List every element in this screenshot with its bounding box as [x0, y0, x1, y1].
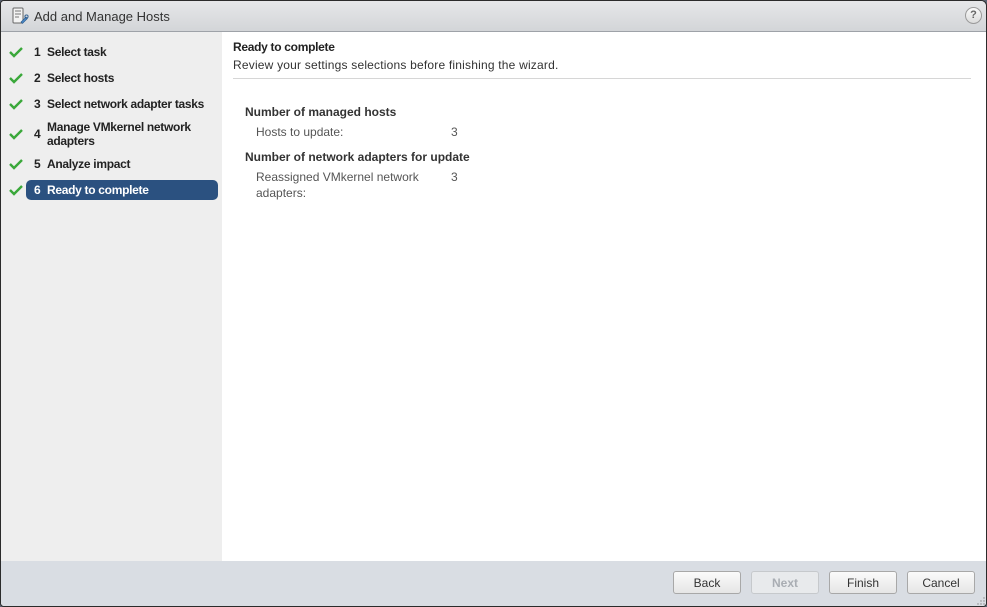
step-label: Analyze impact — [47, 157, 131, 171]
step-label: Manage VMkernel network adapters — [47, 120, 191, 148]
wizard-step-select-network-adapter-tasks[interactable]: 3 Select network adapter tasks — [1, 96, 222, 112]
step-number: 2 — [34, 71, 41, 85]
checkmark-icon — [9, 159, 23, 170]
step-label: Ready to complete — [47, 183, 149, 197]
wizard-step-ready-to-complete[interactable]: 6 Ready to complete — [1, 180, 222, 200]
next-button[interactable]: Next — [751, 571, 819, 594]
hosts-to-update-label: Hosts to update: — [256, 125, 344, 139]
step-number: 6 — [34, 183, 41, 197]
checkmark-icon — [9, 47, 23, 58]
wizard-step-analyze-impact[interactable]: 5 Analyze impact — [1, 156, 222, 172]
divider — [233, 78, 971, 79]
dialog-title: Add and Manage Hosts — [34, 8, 170, 24]
checkmark-icon — [9, 99, 23, 110]
checkmark-icon — [9, 73, 23, 84]
wizard-content: Ready to complete Review your settings s… — [222, 32, 986, 561]
wizard-step-select-task[interactable]: 1 Select task — [1, 44, 222, 60]
host-wizard-icon — [12, 7, 29, 24]
section-managed-hosts-title: Number of managed hosts — [245, 105, 397, 119]
step-label: Select task — [47, 45, 107, 59]
checkmark-icon — [9, 129, 23, 140]
resize-grip-icon[interactable] — [976, 596, 985, 605]
help-icon: ? — [970, 9, 977, 21]
hosts-to-update-value: 3 — [451, 125, 458, 139]
checkmark-icon — [9, 185, 23, 196]
step-label: Select network adapter tasks — [47, 97, 205, 111]
step-number: 4 — [34, 127, 41, 141]
wizard-steps-sidebar: 1 Select task 2 Select hosts 3 Select ne… — [1, 32, 222, 561]
cancel-button[interactable]: Cancel — [907, 571, 975, 594]
wizard-footer: Back Next Finish Cancel — [1, 561, 986, 606]
wizard-step-manage-vmkernel-adapters[interactable]: 4 Manage VMkernel network adapters — [1, 119, 222, 149]
title-bar[interactable]: Add and Manage Hosts ? — [1, 1, 986, 32]
page-subtitle: Review your settings selections before f… — [233, 58, 559, 72]
step-number: 3 — [34, 97, 41, 111]
step-label: Select hosts — [47, 71, 115, 85]
step-number: 1 — [34, 45, 41, 59]
reassigned-adapters-value: 3 — [451, 170, 458, 184]
reassigned-adapters-label: Reassigned VMkernel network adapters: — [256, 170, 419, 200]
step-number: 5 — [34, 157, 41, 171]
wizard-step-select-hosts[interactable]: 2 Select hosts — [1, 70, 222, 86]
page-title: Ready to complete — [233, 40, 335, 54]
finish-button[interactable]: Finish — [829, 571, 897, 594]
back-button[interactable]: Back — [673, 571, 741, 594]
section-network-adapters-title: Number of network adapters for update — [245, 150, 470, 164]
add-manage-hosts-dialog: Add and Manage Hosts ? 1 Select task 2 S… — [0, 0, 987, 607]
help-button[interactable]: ? — [965, 7, 982, 24]
